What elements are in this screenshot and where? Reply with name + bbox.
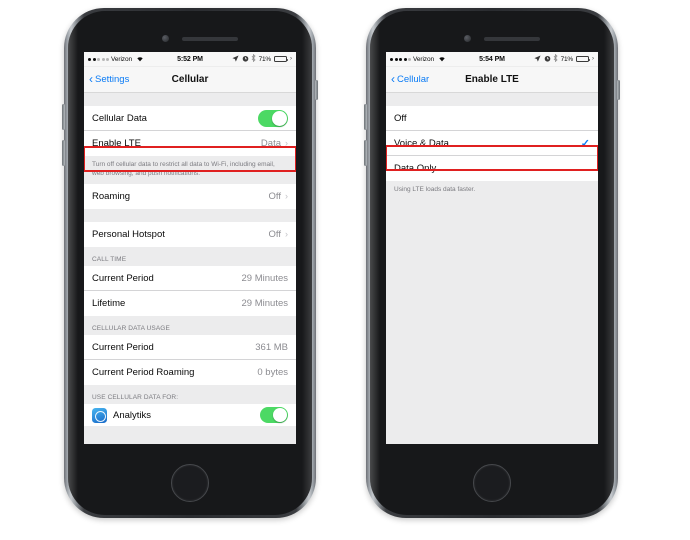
iphone-left: Verizon 5:52 PM 71% › ‹ Settings Cellula… [62,8,318,518]
nav-bar-left: ‹ Settings Cellular [84,67,296,93]
row-label: Current Period [92,272,154,284]
section-header-cellular-data-usage: CELLULAR DATA USAGE [84,316,296,336]
row-label: Current Period [92,341,154,353]
volume-down-button-left[interactable] [62,140,65,166]
chevron-right-icon: › [285,229,288,240]
row-label: Roaming [92,191,131,203]
option-row-data-only[interactable]: Data Only [386,156,598,181]
iphone-right: Verizon 5:54 PM 71% › ‹ Cellular Enable … [364,8,620,518]
status-bar-chevron-icon: › [290,56,292,62]
status-bar-right: Verizon 5:54 PM 71% › [386,52,598,67]
footnote-enable-lte: Using LTE loads data faster. [386,181,598,201]
settings-list-cellular[interactable]: Cellular Data Enable LTE Data › Turn off… [84,93,296,444]
row-call-time-current-period: Current Period 29 Minutes [84,266,296,292]
row-label: Data Only [394,163,437,174]
status-bar-right-group: 71% › [534,53,594,64]
back-button-label: Cellular [397,74,430,85]
group-personal-hotspot: Personal Hotspot Off › [84,222,296,248]
row-data-current-period: Current Period 361 MB [84,335,296,361]
row-label: Enable LTE [92,138,141,149]
row-call-time-lifetime: Lifetime 29 Minutes [84,291,296,317]
back-button-settings[interactable]: ‹ Settings [89,72,130,86]
group-apps: Analytiks [84,404,296,427]
row-value: 29 Minutes [241,272,288,284]
nav-bar-right: ‹ Cellular Enable LTE [386,67,598,93]
cellular-data-toggle[interactable] [258,109,288,127]
chevron-right-icon: › [285,191,288,202]
row-roaming[interactable]: Roaming Off › [84,184,296,210]
row-label: Off [394,112,407,124]
home-button-left[interactable] [171,464,209,502]
row-value: 361 MB [255,341,288,353]
screenshot-stage: Verizon 5:52 PM 71% › ‹ Settings Cellula… [0,0,690,540]
row-cellular-data[interactable]: Cellular Data [84,106,296,131]
group-cellular-data-usage: Current Period 361 MB Current Period Roa… [84,335,296,386]
row-label: Personal Hotspot [92,229,165,241]
earpiece-speaker-right [484,37,540,41]
row-label: Voice & Data [394,137,449,149]
location-arrow-icon [232,54,239,64]
row-value: Data [260,138,281,149]
volume-up-button-left[interactable] [62,104,65,130]
screen-right: Verizon 5:54 PM 71% › ‹ Cellular Enable … [386,52,598,444]
status-bar-chevron-icon: › [592,56,594,62]
back-button-cellular[interactable]: ‹ Cellular [391,72,430,86]
battery-percent-label: 71% [258,55,272,63]
row-label: Cellular Data [92,112,147,124]
group-call-time: Current Period 29 Minutes Lifetime 29 Mi… [84,266,296,317]
group-lte-options: Off Voice & Data ✓ Data Only [386,106,598,181]
row-personal-hotspot[interactable]: Personal Hotspot Off › [84,222,296,248]
row-value: Off [268,191,282,203]
home-button-right[interactable] [473,464,511,502]
row-label: Lifetime [92,298,126,310]
front-camera-icon-left [162,35,169,42]
chevron-right-icon: › [285,138,288,148]
chevron-left-icon: ‹ [391,72,395,86]
row-value: 0 bytes [257,367,288,379]
settings-list-enable-lte[interactable]: Off Voice & Data ✓ Data Only Using LTE l… [386,93,598,444]
section-header-use-cellular-data-for: USE CELLULAR DATA FOR: [84,385,296,405]
battery-percent-label: 71% [560,55,574,63]
option-row-off[interactable]: Off [386,106,598,131]
row-value: Off [268,229,282,241]
row-data-current-period-roaming: Current Period Roaming 0 bytes [84,360,296,386]
bluetooth-icon [553,53,558,64]
analytiks-app-icon [92,407,107,423]
alarm-clock-icon [242,55,249,64]
group-cellular-data: Cellular Data Enable LTE Data › [84,106,296,156]
row-value: 29 Minutes [241,298,288,310]
option-row-voice-and-data[interactable]: Voice & Data ✓ [386,131,598,156]
battery-icon [273,55,288,63]
row-label: Current Period Roaming [92,367,195,379]
chevron-left-icon: ‹ [89,72,93,86]
status-bar-right-group: 71% › [232,53,292,64]
footnote-cellular-data: Turn off cellular data to restrict all d… [84,156,296,185]
front-camera-icon-right [464,35,471,42]
screen-left: Verizon 5:52 PM 71% › ‹ Settings Cellula… [84,52,296,444]
power-button-left[interactable] [315,80,318,100]
location-arrow-icon [534,54,541,64]
row-app-analytiks[interactable]: Analytiks [84,404,296,427]
row-enable-lte[interactable]: Enable LTE Data › [84,131,296,156]
volume-down-button-right[interactable] [364,140,367,166]
alarm-clock-icon [544,55,551,64]
earpiece-speaker-left [182,37,238,41]
back-button-label: Settings [95,74,130,85]
analytiks-toggle[interactable] [260,407,288,424]
section-header-call-time: CALL TIME [84,247,296,267]
group-roaming: Roaming Off › [84,184,296,210]
bluetooth-icon [251,53,256,64]
volume-up-button-right[interactable] [364,104,367,130]
checkmark-icon: ✓ [580,137,590,150]
battery-icon [575,55,590,63]
status-bar-left: Verizon 5:52 PM 71% › [84,52,296,67]
row-label: Analytiks [113,409,152,421]
power-button-right[interactable] [617,80,620,100]
